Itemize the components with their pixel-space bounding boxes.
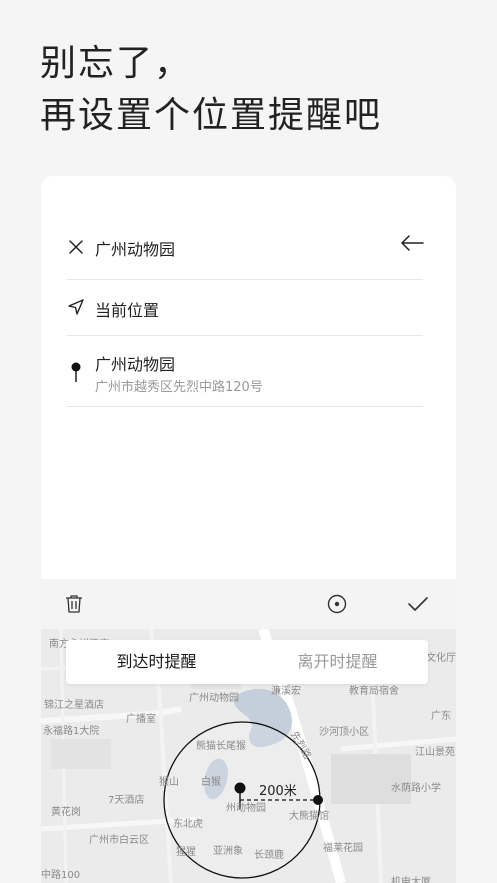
map-label: 长颈鹿: [254, 850, 284, 861]
map-label: 广州动物园: [189, 693, 239, 704]
map-label: 猩猩: [176, 847, 196, 858]
map-label: 濂溪宏: [271, 686, 301, 697]
map-label: 文化厅: [426, 653, 456, 664]
map-label: 教育局宿舍: [349, 686, 399, 697]
map-label: 东北虎: [173, 819, 203, 830]
navigation-arrow-icon: [68, 299, 84, 315]
map-label: 广东: [431, 711, 451, 722]
check-icon[interactable]: [407, 596, 429, 612]
tab-leave[interactable]: 离开时提醒: [247, 640, 428, 684]
map-pin-icon: [71, 362, 81, 382]
headline: 别忘了， 再设置个位置提醒吧: [40, 38, 382, 142]
tab-arrive[interactable]: 到达时提醒: [66, 640, 247, 684]
map-label: 福莱花园: [323, 843, 363, 854]
radius-label: 200米: [259, 784, 297, 799]
map-label: 州动物园: [226, 803, 266, 814]
map-view[interactable]: 南方永祥酒店 锦江之星酒店 广播室 永福路1大院 广州动物园 濂溪宏 教育局宿舍…: [41, 629, 456, 883]
search-row: 广州动物园: [67, 216, 425, 280]
target-icon[interactable]: [327, 594, 347, 614]
map-label: 锦江之星酒店: [44, 700, 104, 711]
map-label: 水荫路小学: [391, 783, 441, 794]
map-label: 熊猫长尾猴: [196, 741, 246, 752]
map-label: 7天酒店: [108, 795, 145, 806]
map-label: 黄花岗: [51, 807, 81, 818]
map-label: 广播室: [126, 714, 156, 725]
map-label: 中路100: [41, 870, 81, 881]
reminder-mode-switch: 到达时提醒 离开时提醒: [66, 640, 428, 684]
location-reminder-card: 广州动物园 当前位置 广州动物园 广州市越秀区先烈中路120号 锦江之星酒店 广…: [41, 176, 456, 883]
current-location-label: 当前位置: [95, 301, 160, 320]
map-label: 江山景苑: [415, 747, 455, 758]
map-label: 大熊猫馆: [289, 811, 329, 822]
map-label: 白猴: [201, 777, 221, 788]
map-label: 猴山: [159, 777, 179, 788]
map-label: 亚洲象: [213, 846, 243, 857]
search-result-item[interactable]: 广州动物园 广州市越秀区先烈中路120号: [67, 335, 423, 407]
result-address: 广州市越秀区先烈中路120号: [95, 380, 263, 395]
map-label: 沙河顶小区: [319, 727, 369, 738]
current-location-row[interactable]: 当前位置: [67, 279, 423, 336]
search-input[interactable]: 广州动物园: [95, 236, 175, 260]
map-label: 机电大厦: [391, 877, 431, 883]
map-label: 永福路1大院: [43, 726, 100, 737]
result-name: 广州动物园: [95, 355, 176, 374]
headline-line-2: 再设置个位置提醒吧: [40, 95, 383, 136]
trash-icon[interactable]: [65, 594, 83, 614]
headline-line-1: 别忘了，: [40, 43, 193, 84]
close-icon[interactable]: [67, 238, 85, 256]
map-label: 广州市白云区: [89, 835, 149, 846]
arrow-left-icon[interactable]: [399, 234, 425, 252]
map-toolbar: [41, 579, 456, 629]
